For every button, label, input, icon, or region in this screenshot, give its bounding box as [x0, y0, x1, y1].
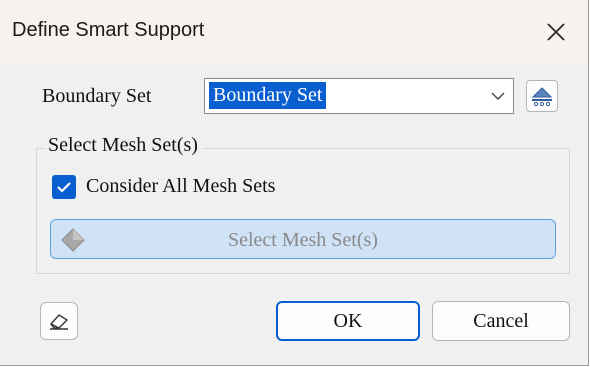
select-mesh-sets-group-title: Select Mesh Set(s): [44, 134, 202, 157]
boundary-set-selected-value: Boundary Set: [209, 82, 327, 109]
dialog-title: Define Smart Support: [12, 19, 205, 41]
eraser-icon: [49, 314, 69, 330]
cancel-button[interactable]: Cancel: [432, 301, 570, 341]
title-bar: Define Smart Support: [0, 0, 588, 64]
close-icon: [547, 23, 565, 41]
clear-button[interactable]: [40, 302, 78, 340]
consider-all-mesh-sets-label[interactable]: Consider All Mesh Sets: [86, 175, 275, 198]
consider-all-mesh-sets-checkbox[interactable]: [52, 175, 76, 199]
chevron-down-icon: [491, 92, 505, 100]
select-mesh-sets-button[interactable]: Select Mesh Set(s): [50, 219, 556, 259]
boundary-set-icon: [531, 87, 553, 107]
checkmark-icon: [57, 182, 71, 193]
select-mesh-sets-button-label: Select Mesh Set(s): [228, 229, 378, 251]
close-button[interactable]: [524, 0, 588, 64]
ok-button[interactable]: OK: [276, 301, 420, 341]
boundary-set-select-button[interactable]: [526, 80, 558, 112]
define-smart-support-dialog: Define Smart Support Boundary Set Bounda…: [0, 0, 589, 366]
boundary-set-label: Boundary Set: [42, 85, 152, 107]
boundary-set-dropdown[interactable]: Boundary Set: [204, 78, 514, 114]
